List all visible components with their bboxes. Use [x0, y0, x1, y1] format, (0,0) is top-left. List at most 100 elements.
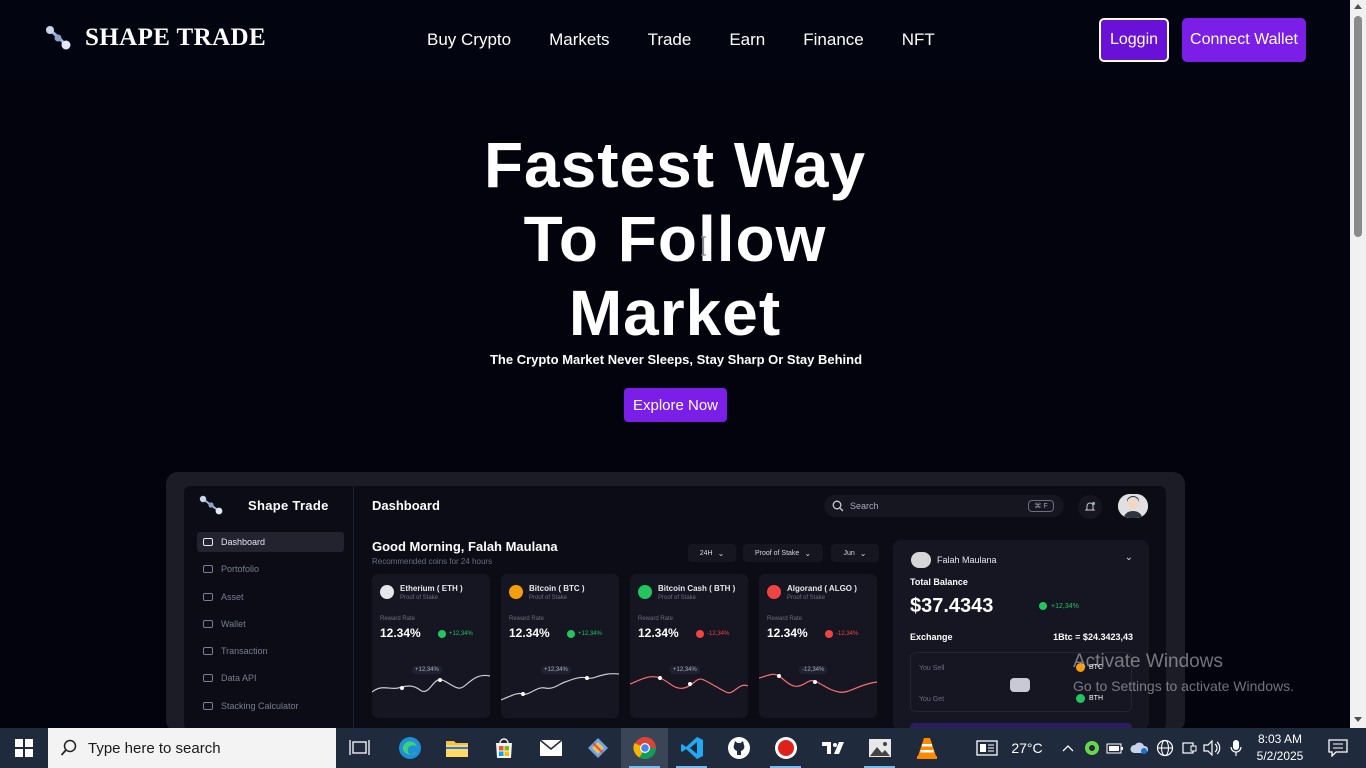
you-get-label: You Get — [919, 696, 945, 703]
filter-month-dropdown[interactable]: Jun ⌄ — [831, 544, 879, 562]
search-icon — [832, 500, 844, 512]
filter-month-value: Jun — [843, 549, 855, 557]
search-placeholder: Search — [850, 501, 879, 511]
taskbar-app-snipping[interactable] — [574, 728, 621, 768]
nav-link-buy-crypto[interactable]: Buy Crypto — [427, 30, 511, 50]
coin-card-btc[interactable]: Bitcoin ( BTC ) Proof of Stake Reward Rat… — [501, 574, 619, 718]
avatar-image — [1118, 494, 1148, 518]
taskbar-app-github[interactable] — [715, 728, 762, 768]
notification-icon — [1328, 739, 1348, 757]
tray-network[interactable] — [1154, 728, 1176, 768]
taskbar-app-store[interactable] — [480, 728, 527, 768]
taskbar-app-edge[interactable] — [386, 728, 433, 768]
login-button[interactable]: Loggin — [1099, 18, 1169, 62]
reward-rate-label: Reward Rate — [638, 616, 674, 622]
taskbar-app-recorder[interactable] — [762, 728, 809, 768]
sidebar-item-stacking-calculator[interactable]: Stacking Calculator — [197, 696, 344, 716]
balance-change: +12,34% — [1039, 602, 1079, 610]
tray-microphone[interactable] — [1225, 728, 1247, 768]
exchange-label: Exchange — [910, 632, 953, 642]
hero-title-line-1: Fastest Way — [483, 129, 867, 201]
coin-change: +12,34% — [438, 630, 473, 638]
sidebar-item-transaction[interactable]: Transaction — [197, 641, 344, 661]
nav-link-finance[interactable]: Finance — [803, 30, 863, 50]
balance-user-name: Falah Maulana — [937, 555, 997, 565]
tray-device[interactable] — [1178, 728, 1200, 768]
nav-link-markets[interactable]: Markets — [549, 30, 609, 50]
api-icon — [203, 674, 213, 683]
coin-card-bth[interactable]: Bitcoin Cash ( BTH ) Proof of Stake Rewar… — [630, 574, 748, 718]
explore-now-button[interactable]: Explore Now — [624, 388, 727, 422]
clock-date: 5/2/2025 — [1256, 749, 1304, 763]
task-view-icon — [348, 740, 370, 755]
start-button[interactable] — [0, 728, 48, 768]
weather-text[interactable]: 27°C — [1004, 728, 1050, 768]
greeting-subtitle: Recommended coins for 24 hours — [372, 557, 493, 566]
vlc-icon — [916, 738, 937, 759]
news-widget-button[interactable] — [972, 728, 1002, 768]
taskbar-clock[interactable]: 8:03 AM 5/2/2025 — [1248, 731, 1312, 765]
page-scrollbar[interactable] — [1350, 0, 1366, 728]
coin-card-algo[interactable]: Algorand ( ALGO ) Proof of Stake Reward R… — [759, 574, 877, 718]
taskbar-app-vscode[interactable] — [668, 728, 715, 768]
coin-title: Bitcoin Cash ( BTH ) Proof of Stake — [638, 584, 735, 601]
dashboard-preview: Shape Trade Dashboard Portofolio Asset W… — [184, 486, 1166, 730]
taskbar-search-input[interactable]: Type here to search — [48, 728, 336, 768]
sell-token-select[interactable]: BTC — [1076, 663, 1103, 672]
chevron-down-icon[interactable]: ⌄ — [1125, 552, 1133, 563]
vscode-icon — [680, 737, 703, 759]
get-token-value: BTH — [1089, 695, 1103, 702]
coin-card-eth[interactable]: Etherium ( ETH ) Proof of Stake Reward Ra… — [372, 574, 490, 718]
brand-logo[interactable]: SHAPE TRADE — [44, 24, 266, 52]
task-view-button[interactable] — [336, 728, 383, 768]
sidebar-item-portofolio[interactable]: Portofolio — [197, 559, 344, 579]
sidebar-item-label: Stacking Calculator — [221, 700, 299, 711]
connect-wallet-button[interactable]: Connect Wallet — [1182, 18, 1306, 62]
chrome-icon — [632, 737, 656, 759]
taskbar-app-chrome[interactable] — [621, 728, 668, 768]
filter-type-dropdown[interactable]: Proof of Stake ⌄ — [743, 544, 823, 562]
show-hidden-icons-button[interactable] — [1058, 728, 1078, 768]
logo-icon — [46, 26, 71, 50]
text-cursor-icon — [701, 236, 706, 256]
taskbar-app-mail[interactable] — [527, 728, 574, 768]
news-icon — [976, 740, 998, 756]
nav-link-trade[interactable]: Trade — [648, 30, 692, 50]
device-icon — [1182, 742, 1197, 754]
scrollbar-thumb[interactable] — [1354, 16, 1362, 237]
reward-rate-label: Reward Rate — [380, 616, 416, 622]
nav-link-earn[interactable]: Earn — [729, 30, 765, 50]
filter-period-dropdown[interactable]: 24H ⌄ — [688, 544, 736, 562]
sidebar-item-dashboard[interactable]: Dashboard — [197, 532, 344, 552]
bitcoin-icon — [509, 585, 523, 599]
green-status-icon — [1085, 741, 1099, 755]
scroll-down-icon[interactable] — [1354, 717, 1362, 722]
taskbar-app-vlc[interactable] — [903, 728, 950, 768]
notification-button[interactable] — [1078, 495, 1102, 519]
sidebar-item-asset[interactable]: Asset — [197, 587, 344, 607]
windows-taskbar: Type here to search 27°C 8:03 AM 5/2/202… — [0, 728, 1366, 768]
sidebar-item-data-api[interactable]: Data API — [197, 668, 344, 688]
get-token-select[interactable]: BTH — [1076, 694, 1103, 703]
mail-icon — [539, 739, 562, 756]
user-avatar[interactable] — [1118, 494, 1148, 518]
taskbar-app-file-explorer[interactable] — [433, 728, 480, 768]
notification-center-button[interactable] — [1318, 728, 1358, 768]
swap-button[interactable] — [1010, 678, 1030, 692]
coin-change: +12,34% — [567, 630, 602, 638]
nav-link-nft[interactable]: NFT — [902, 30, 935, 50]
trend-up-icon — [567, 630, 575, 638]
taskbar-app-photos[interactable] — [856, 728, 903, 768]
avatar — [911, 552, 931, 568]
taskbar-app-tradingview[interactable] — [809, 728, 856, 768]
asset-icon — [203, 592, 213, 601]
scroll-up-icon[interactable] — [1354, 4, 1362, 9]
tray-battery[interactable] — [1105, 728, 1125, 768]
chevron-down-icon: ⌄ — [717, 548, 725, 558]
sidebar-item-wallet[interactable]: Wallet — [197, 614, 344, 634]
tray-onedrive[interactable] — [1129, 728, 1151, 768]
tray-app-status[interactable] — [1082, 728, 1102, 768]
dashboard-search-input[interactable]: Search ⌘ F — [824, 495, 1064, 517]
tray-volume[interactable] — [1201, 728, 1223, 768]
sell-token-value: BTC — [1089, 664, 1103, 671]
